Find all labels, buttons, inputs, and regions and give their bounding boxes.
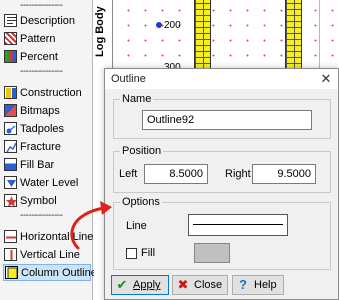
line-style-swatch[interactable] bbox=[188, 214, 288, 236]
position-group: Position Left 8.5000 Right 9.5000 bbox=[113, 145, 331, 193]
options-group: Options Line Fill bbox=[113, 196, 331, 270]
close-icon[interactable]: ✕ bbox=[318, 71, 334, 87]
pattern-icon bbox=[4, 32, 17, 45]
annotation-arrow-icon bbox=[70, 201, 112, 250]
palette-item-label: Water Level bbox=[20, 176, 79, 189]
help-icon: ? bbox=[239, 277, 247, 292]
right-input[interactable]: 9.5000 bbox=[252, 164, 316, 184]
name-input[interactable]: Outline92 bbox=[142, 110, 312, 130]
palette-separator: --------------- bbox=[20, 210, 63, 221]
palette-item-tadpoles[interactable]: Tadpoles bbox=[0, 120, 93, 137]
palette-item-label: Description bbox=[20, 14, 76, 27]
column-outline-icon bbox=[5, 266, 18, 279]
line-preview bbox=[193, 224, 283, 225]
help-button-label: Help bbox=[254, 279, 277, 291]
palette-item-fill-bar[interactable]: Fill Bar bbox=[0, 156, 93, 173]
name-group-title: Name bbox=[120, 93, 154, 105]
vertical-line-icon bbox=[4, 248, 17, 261]
palette-item-bitmaps[interactable]: Bitmaps bbox=[0, 102, 93, 119]
palette-list: --------------- Description Pattern Perc… bbox=[0, 0, 97, 300]
left-input[interactable]: 8.5000 bbox=[144, 164, 208, 184]
dialog-title: Outline bbox=[111, 73, 146, 85]
fill-bar-icon bbox=[4, 158, 17, 171]
lithology-column[interactable] bbox=[194, 0, 211, 70]
percent-icon bbox=[4, 50, 17, 63]
palette-item-column-outline[interactable]: Column Outline bbox=[3, 264, 97, 281]
options-group-title: Options bbox=[120, 196, 162, 208]
depth-label-200: 200 bbox=[164, 20, 181, 31]
description-icon bbox=[4, 14, 17, 27]
palette-item-label: Construction bbox=[20, 86, 82, 99]
horizontal-line-icon bbox=[4, 230, 17, 243]
outline-dialog: Outline ✕ Name Outline92 Position Left 8… bbox=[104, 68, 339, 300]
palette-item-label: Pattern bbox=[20, 32, 56, 45]
fill-color-swatch[interactable] bbox=[194, 243, 230, 263]
close-button-label: Close bbox=[194, 279, 223, 291]
depth-marker-dot bbox=[156, 22, 162, 28]
palette-item-water-level[interactable]: Water Level bbox=[0, 174, 93, 191]
dialog-titlebar[interactable]: Outline ✕ bbox=[105, 69, 338, 89]
water-level-icon bbox=[4, 176, 17, 189]
log-dot-grid bbox=[116, 0, 339, 70]
palette-item-label: Bitmaps bbox=[20, 104, 60, 117]
name-group: Name Outline92 bbox=[113, 93, 331, 139]
fracture-icon bbox=[4, 140, 17, 153]
fill-checkbox[interactable] bbox=[126, 248, 137, 259]
palette-item-construction[interactable]: Construction bbox=[0, 84, 93, 101]
palette-item-fracture[interactable]: Fracture bbox=[0, 138, 93, 155]
palette-item-label: Fill Bar bbox=[20, 158, 55, 171]
position-group-title: Position bbox=[120, 145, 164, 157]
tadpoles-icon bbox=[4, 122, 17, 135]
palette-item-label: Symbol bbox=[20, 194, 57, 207]
symbol-icon bbox=[4, 194, 17, 207]
palette-separator: --------------- bbox=[20, 0, 63, 11]
palette-item-label: Tadpoles bbox=[20, 122, 65, 135]
left-label: Left bbox=[119, 168, 138, 180]
palette-item-label: Fracture bbox=[20, 140, 61, 153]
line-label: Line bbox=[126, 220, 147, 232]
close-button[interactable]: ✖ Close bbox=[172, 275, 228, 295]
palette-item-percent[interactable]: Percent bbox=[0, 48, 93, 65]
palette-item-pattern[interactable]: Pattern bbox=[0, 30, 93, 47]
palette-separator: --------------- bbox=[20, 66, 63, 77]
fill-label: Fill bbox=[141, 247, 156, 259]
x-icon: ✖ bbox=[177, 277, 189, 292]
apply-button-label: Apply bbox=[133, 279, 161, 291]
palette-item-label: Percent bbox=[20, 50, 58, 63]
right-label: Right bbox=[225, 168, 251, 180]
construction-icon bbox=[4, 86, 17, 99]
palette-item-description[interactable]: Description bbox=[0, 12, 93, 29]
bitmaps-icon bbox=[4, 104, 17, 117]
palette-item-label: Column Outline bbox=[21, 266, 97, 279]
apply-button[interactable]: ✔ Apply bbox=[111, 275, 169, 295]
log-ruler bbox=[112, 0, 113, 70]
help-button[interactable]: ? Help bbox=[232, 275, 284, 295]
lithology-column[interactable] bbox=[285, 0, 302, 70]
log-body-title: Log Body bbox=[94, 6, 106, 58]
checkmark-icon: ✔ bbox=[116, 277, 128, 292]
